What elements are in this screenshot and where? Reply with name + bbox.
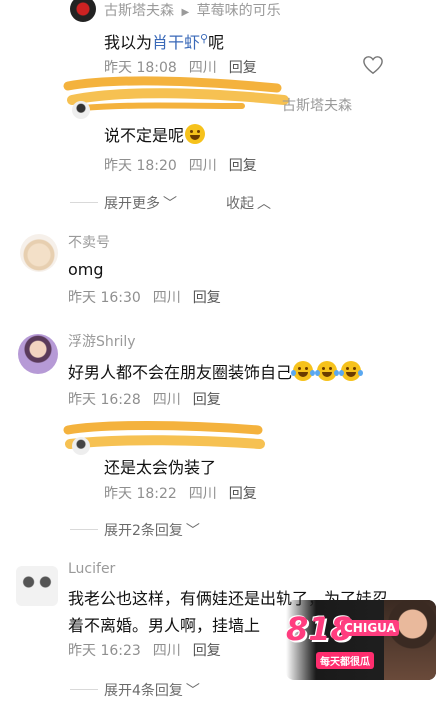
ad-slogan: 每天都很瓜 xyxy=(316,652,374,669)
avatar[interactable] xyxy=(18,334,58,374)
search-link-text: 肖干虾 xyxy=(152,33,201,52)
expand-replies-button[interactable]: 展开2条回复 ﹀ xyxy=(104,520,200,540)
ad-brand-sub: CHIGUA xyxy=(341,620,399,636)
chevron-down-icon: ﹀ xyxy=(185,683,200,699)
emoji-icon xyxy=(185,124,206,144)
comment-time: 昨天 16:23 xyxy=(68,643,141,659)
comment-text: omg xyxy=(68,260,104,279)
comment-text: 好男人都不会在朋友圈装饰自己 xyxy=(68,359,364,383)
comment-text-prefix: 我以为 xyxy=(104,33,153,52)
reply-button[interactable]: 回复 xyxy=(193,290,221,306)
avatar[interactable] xyxy=(72,437,90,455)
heart-icon[interactable] xyxy=(362,55,384,75)
divider xyxy=(70,202,98,203)
comment-location: 四川 xyxy=(152,290,181,306)
expand-replies-label: 展开2条回复 xyxy=(104,523,183,539)
comment-text-line-2: 着不离婚。男人啊，挂墙上 xyxy=(68,616,261,635)
comment-text: 还是太会伪装了 xyxy=(104,458,217,477)
comment-time: 昨天 16:28 xyxy=(68,392,141,408)
comment-time: 昨天 18:08 xyxy=(104,60,177,76)
play-arrow-icon: ▶ xyxy=(181,7,190,18)
reply-button[interactable]: 回复 xyxy=(193,643,221,659)
expand-replies-button[interactable]: 展开4条回复 ﹀ xyxy=(104,680,200,700)
reply-button[interactable]: 回复 xyxy=(229,158,257,174)
avatar[interactable] xyxy=(72,101,90,119)
ad-image xyxy=(384,600,436,680)
commenter-name[interactable]: 古斯塔夫森 ▶ 草莓味的可乐 xyxy=(104,0,281,20)
comment-text: 我以为肖干虾⚲呢 xyxy=(104,29,224,53)
chevron-down-icon: ﹀ xyxy=(185,523,200,539)
comment-meta: 昨天 16:23 四川 回复 xyxy=(68,640,233,660)
reply-button[interactable]: 回复 xyxy=(193,392,221,408)
expand-more-label: 展开更多 xyxy=(104,196,160,212)
comment-location: 四川 xyxy=(188,158,217,174)
reply-to-name[interactable]: 草莓味的可乐 xyxy=(197,3,281,19)
comment-text-content: 好男人都不会在朋友圈装饰自己 xyxy=(68,363,293,382)
commenter-name[interactable]: Lucifer xyxy=(68,561,115,577)
comment-meta: 昨天 18:20 四川 回复 xyxy=(104,155,269,175)
reply-button[interactable]: 回复 xyxy=(229,60,257,76)
comment-time: 昨天 18:20 xyxy=(104,158,177,174)
comment-text: 说不定是呢 xyxy=(104,122,206,146)
divider xyxy=(70,529,98,530)
search-link[interactable]: 肖干虾⚲ xyxy=(152,32,209,52)
avatar[interactable] xyxy=(20,234,58,272)
collapse-label: 收起 xyxy=(226,196,254,212)
commenter-name[interactable]: 浮游Shrily xyxy=(68,331,136,351)
search-icon: ⚲ xyxy=(200,32,209,45)
comment-location: 四川 xyxy=(152,643,181,659)
comment-meta: 昨天 16:28 四川 回复 xyxy=(68,389,233,409)
comment-text-content: 说不定是呢 xyxy=(104,126,185,145)
commenter-name-text: 古斯塔夫森 xyxy=(104,3,174,19)
commenter-name[interactable]: 不卖号 xyxy=(68,232,110,252)
redaction-scribble xyxy=(63,76,289,111)
comment-location: 四川 xyxy=(152,392,181,408)
reply-button[interactable]: 回复 xyxy=(229,486,257,502)
comment-meta: 昨天 18:22 四川 回复 xyxy=(104,483,269,503)
avatar[interactable] xyxy=(16,566,58,606)
laughing-tears-emoji-icon xyxy=(339,361,364,381)
comment-text-suffix: 呢 xyxy=(208,33,225,52)
laughing-tears-emoji-icon xyxy=(315,361,340,381)
collapse-button[interactable]: 收起 ︿ xyxy=(226,193,271,213)
expand-more-button[interactable]: 展开更多 ﹀ xyxy=(104,193,177,213)
comment-location: 四川 xyxy=(188,60,217,76)
comment-location: 四川 xyxy=(188,486,217,502)
expand-replies-label: 展开4条回复 xyxy=(104,683,183,699)
chevron-down-icon: ﹀ xyxy=(163,196,177,212)
divider xyxy=(70,689,98,690)
redaction-scribble xyxy=(63,421,265,449)
comment-meta: 昨天 18:08 四川 回复 xyxy=(104,57,269,77)
laughing-tears-emoji-icon xyxy=(291,361,316,381)
comment-meta: 昨天 16:30 四川 回复 xyxy=(68,287,233,307)
chevron-up-icon: ︿ xyxy=(257,196,271,212)
comment-time: 昨天 16:30 xyxy=(68,290,141,306)
watermark-ad: 818 CHIGUA 每天都很瓜 xyxy=(286,600,436,680)
commenter-name[interactable]: 古斯塔夫森 xyxy=(282,95,352,115)
comment-time: 昨天 18:22 xyxy=(104,486,177,502)
avatar[interactable] xyxy=(70,0,96,22)
